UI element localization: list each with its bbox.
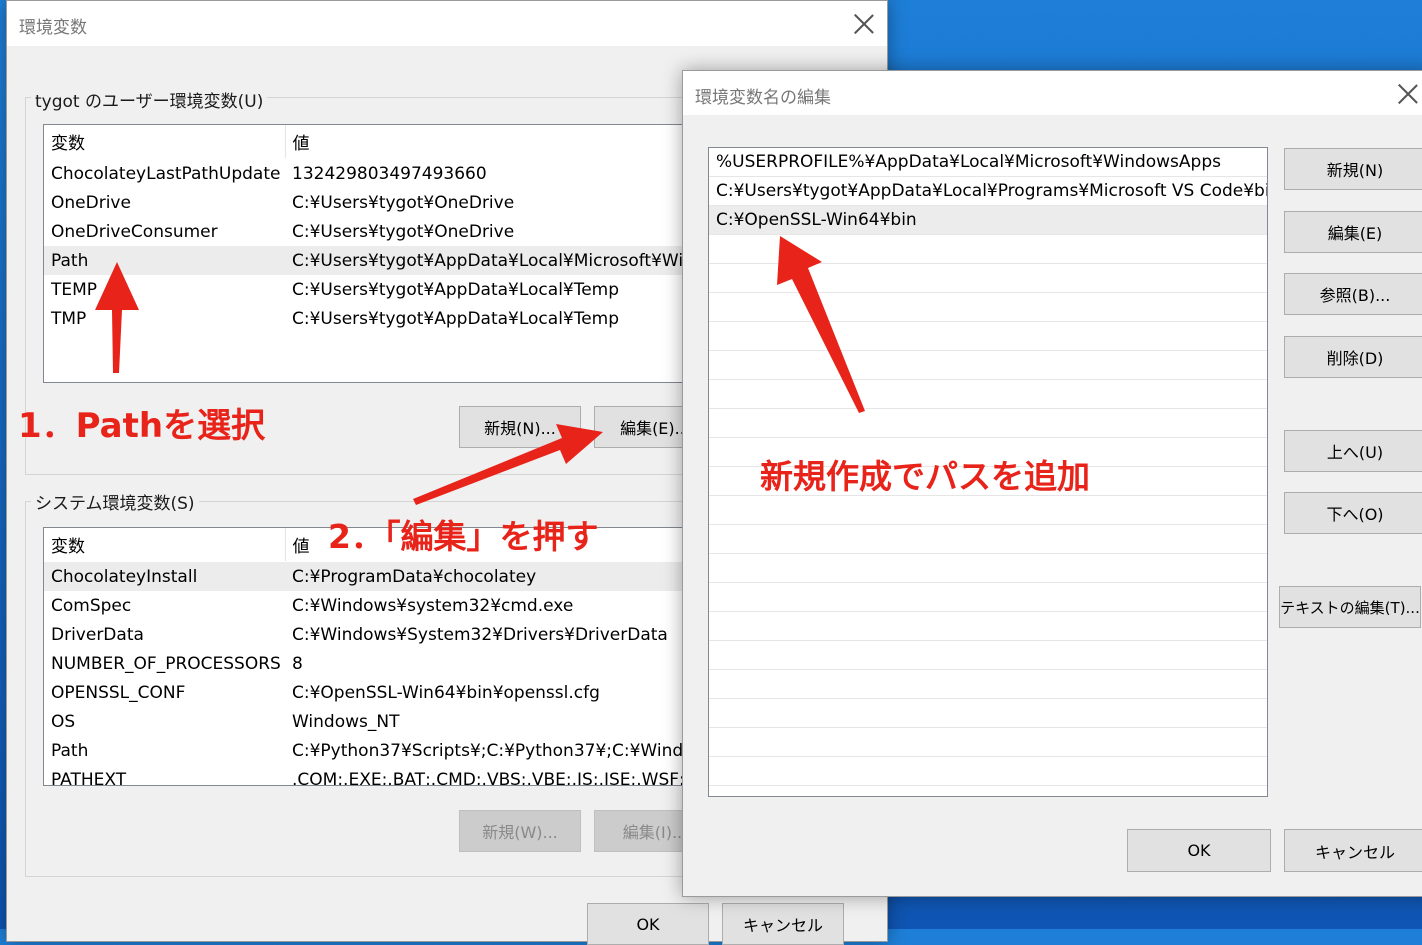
arrow-to-edit-button <box>413 424 603 505</box>
arrow-to-openssl-path <box>777 236 865 413</box>
arrow-to-path-row <box>95 262 139 373</box>
annotation-arrows <box>95 236 865 505</box>
